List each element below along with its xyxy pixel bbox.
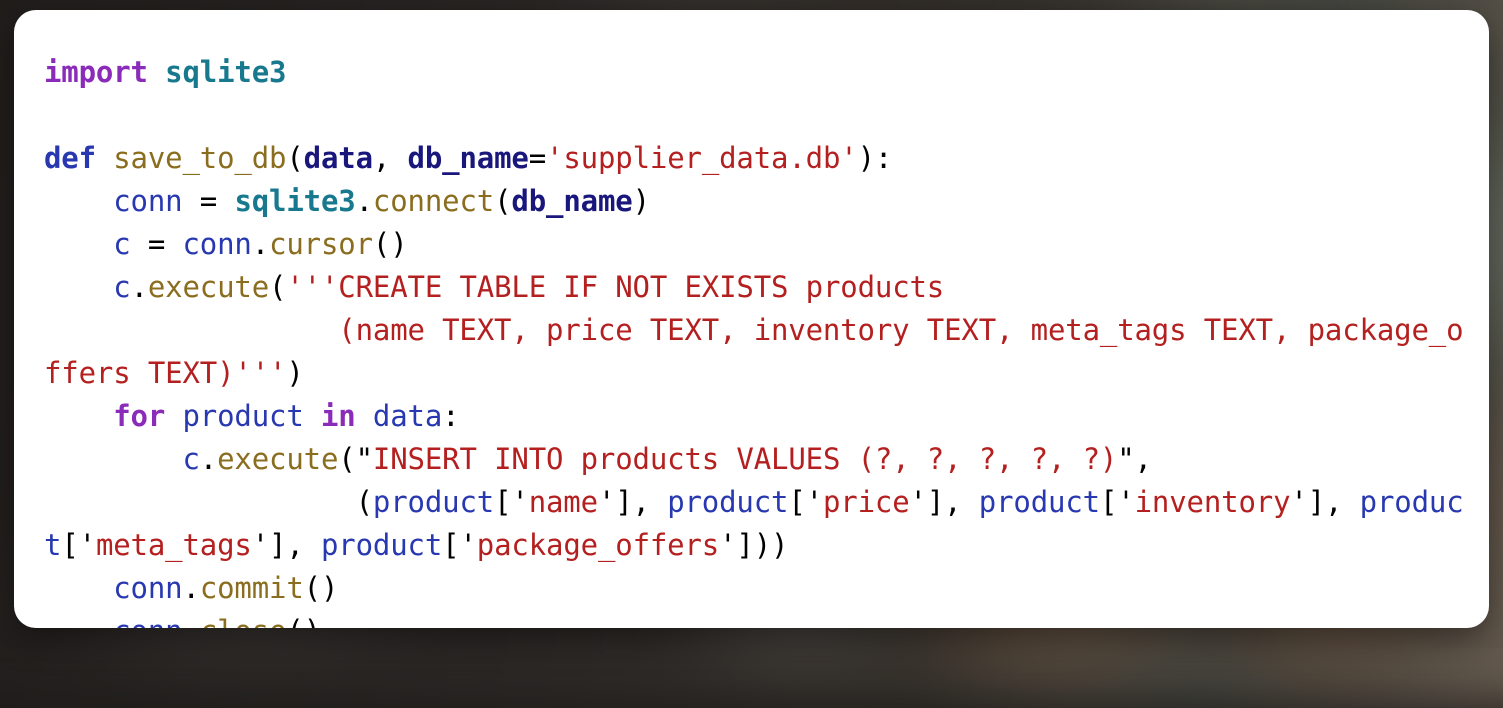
code-token-punc: ['	[494, 485, 529, 519]
code-token-var: product	[321, 528, 442, 562]
code-token-param: db_name	[408, 141, 529, 175]
line-import: import sqlite3	[44, 55, 286, 89]
code-token-var: product	[667, 485, 788, 519]
code-token-punc	[356, 399, 373, 433]
code-token-punc: )	[633, 184, 650, 218]
code-token-name: connect	[373, 184, 494, 218]
code-token-punc: .	[183, 614, 200, 628]
line-commit: conn.commit()	[44, 571, 338, 605]
code-token-name: execute	[217, 442, 338, 476]
code-token-punc	[44, 184, 113, 218]
code-token-punc: :	[442, 399, 459, 433]
code-token-punc: (	[286, 141, 303, 175]
code-token-var: conn	[113, 184, 182, 218]
code-token-str: name	[529, 485, 598, 519]
code-token-punc: '],	[1290, 485, 1359, 519]
code-token-punc	[304, 399, 321, 433]
code-token-kw: import	[44, 55, 148, 89]
code-token-kw: for	[113, 399, 165, 433]
code-token-punc: ['	[61, 528, 96, 562]
code-token-punc: ()	[286, 614, 321, 628]
code-token-name: cursor	[269, 227, 373, 261]
line-values: (product['name'], product['price'], prod…	[44, 485, 1464, 562]
code-token-name: save_to_db	[113, 141, 286, 175]
code-token-punc: ['	[442, 528, 477, 562]
code-token-punc	[44, 270, 113, 304]
code-token-var: conn	[183, 227, 252, 261]
code-token-var: c	[113, 270, 130, 304]
code-token-punc: '],	[598, 485, 667, 519]
python-code-block[interactable]: import sqlite3 def save_to_db(data, db_n…	[44, 51, 1464, 628]
code-token-param: db_name	[511, 184, 632, 218]
code-token-punc: ()	[373, 227, 408, 261]
line-close: conn.close()	[44, 614, 321, 628]
code-token-punc	[165, 399, 182, 433]
code-token-punc: =	[131, 227, 183, 261]
code-token-var: product	[373, 485, 494, 519]
code-token-punc: =	[183, 184, 235, 218]
code-token-name: close	[200, 614, 287, 628]
code-token-punc: ",	[1117, 442, 1152, 476]
code-token-punc: .	[131, 270, 148, 304]
code-token-punc	[44, 399, 113, 433]
line-insert: c.execute("INSERT INTO products VALUES (…	[44, 442, 1152, 476]
code-token-str: price	[823, 485, 910, 519]
code-token-str: package_offers	[477, 528, 719, 562]
code-token-kw: in	[321, 399, 356, 433]
code-token-var: product	[979, 485, 1100, 519]
line-cursor: c = conn.cursor()	[44, 227, 408, 261]
code-token-punc: .	[252, 227, 269, 261]
code-token-var: c	[113, 227, 130, 261]
code-token-punc: ("	[338, 442, 373, 476]
code-token-param: data	[304, 141, 373, 175]
code-token-punc	[44, 442, 182, 476]
code-token-var: product	[183, 399, 304, 433]
code-token-punc: )	[286, 356, 303, 390]
code-token-punc	[44, 571, 113, 605]
code-token-punc: ['	[1100, 485, 1135, 519]
code-token-punc: (	[269, 270, 286, 304]
code-token-punc: ']))	[719, 528, 788, 562]
code-token-punc: '],	[252, 528, 321, 562]
code-token-kw2: def	[44, 141, 96, 175]
code-token-str: 'supplier_data.db'	[546, 141, 858, 175]
code-token-var: data	[373, 399, 442, 433]
code-token-str: meta_tags	[96, 528, 252, 562]
code-token-punc: .	[200, 442, 217, 476]
code-token-punc	[44, 614, 113, 628]
code-token-punc: =	[529, 141, 546, 175]
code-token-punc: ()	[304, 571, 339, 605]
code-token-punc: ['	[788, 485, 823, 519]
code-token-punc: .	[356, 184, 373, 218]
code-token-name: execute	[148, 270, 269, 304]
code-token-punc: (	[44, 485, 373, 519]
code-token-str: INSERT INTO products VALUES (?, ?, ?, ?,…	[373, 442, 1117, 476]
code-token-punc: ,	[373, 141, 408, 175]
code-token-mod: sqlite3	[234, 184, 355, 218]
code-token-punc: '],	[910, 485, 979, 519]
code-token-mod: sqlite3	[165, 55, 286, 89]
line-conn: conn = sqlite3.connect(db_name)	[44, 184, 650, 218]
code-token-punc	[96, 141, 113, 175]
line-for: for product in data:	[44, 399, 459, 433]
code-token-punc	[148, 55, 165, 89]
code-token-punc: ):	[858, 141, 893, 175]
code-token-punc: .	[183, 571, 200, 605]
code-token-punc: (	[494, 184, 511, 218]
code-token-var: conn	[113, 614, 182, 628]
code-token-var: c	[182, 442, 199, 476]
code-token-var: conn	[113, 571, 182, 605]
code-token-name: commit	[200, 571, 304, 605]
line-def: def save_to_db(data, db_name='supplier_d…	[44, 141, 892, 175]
code-snippet-card: import sqlite3 def save_to_db(data, db_n…	[14, 10, 1489, 628]
code-token-punc	[44, 227, 113, 261]
line-create-table: c.execute('''CREATE TABLE IF NOT EXISTS …	[44, 270, 1463, 390]
code-token-str: inventory	[1135, 485, 1291, 519]
